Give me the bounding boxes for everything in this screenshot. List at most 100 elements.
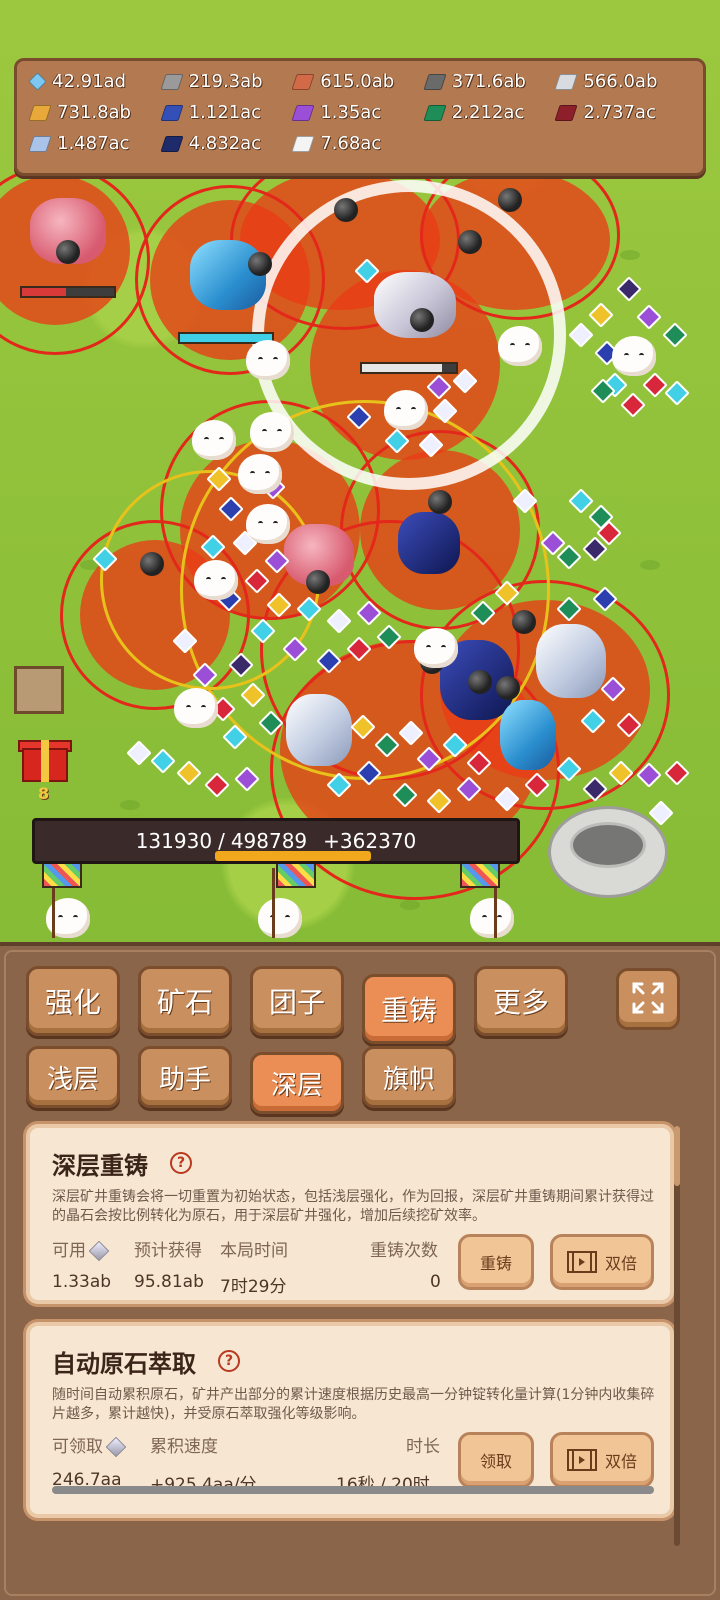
help-icon[interactable]: ? [170, 1152, 192, 1174]
resource-item: 2.737ac [554, 102, 689, 123]
slime-miner[interactable] [192, 420, 236, 460]
subtab-deep[interactable]: 深层 [250, 1052, 344, 1114]
slime-miner[interactable] [250, 412, 294, 452]
ore-shard[interactable] [150, 748, 176, 774]
amethyst-ingot-icon [291, 104, 315, 121]
slime-miner[interactable] [238, 454, 282, 494]
tab-more[interactable]: 更多 [474, 966, 568, 1036]
panel-scrollbar[interactable] [674, 1126, 680, 1546]
scrollbar-thumb[interactable] [674, 1126, 680, 1186]
emerald-ingot-icon [423, 104, 447, 121]
bomb [248, 252, 272, 276]
resource-item: 2.212ac [423, 102, 558, 123]
well-hole [570, 822, 646, 868]
slime-miner[interactable] [174, 688, 218, 728]
crystal-icon [88, 1240, 110, 1262]
available-label-text: 可用 [52, 1241, 86, 1261]
tab-reforge[interactable]: 重铸 [362, 974, 456, 1044]
game-field[interactable]: 42.91ad 219.3ab 615.0ab 371.6ab 566.0ab 731.8… [0, 0, 720, 960]
expected-label: 预计获得 [134, 1241, 202, 1261]
slime-miner[interactable] [384, 390, 428, 430]
progress-total: 498789 [230, 829, 308, 853]
progress-current: 131930 [135, 829, 213, 853]
bomb [56, 240, 80, 264]
video-icon [566, 1251, 597, 1273]
reforge-button[interactable]: 重铸 [458, 1234, 534, 1290]
ore-shard[interactable] [620, 392, 646, 418]
reforge-count-value: 0 [430, 1272, 441, 1292]
silver-ingot-icon [554, 73, 578, 90]
ore-shard[interactable] [204, 772, 230, 798]
subtab-shallow[interactable]: 浅层 [26, 1046, 120, 1108]
resource-amount: 1.35ac [320, 102, 382, 123]
bomb [410, 308, 434, 332]
sapphire-ore-rock[interactable] [398, 512, 460, 574]
ore-shard[interactable] [126, 740, 152, 766]
slime-miner[interactable] [258, 898, 302, 938]
copper-ingot-icon [291, 73, 315, 90]
slime-miner[interactable] [246, 504, 290, 544]
time-value: 7时29分 [220, 1277, 287, 1297]
rainbow-flag[interactable] [460, 862, 500, 888]
resource-item: 1.121ac [159, 102, 295, 123]
stone-well[interactable] [548, 806, 668, 898]
navy-ingot-icon [159, 135, 184, 152]
tab-slime[interactable]: 团子 [250, 966, 344, 1036]
help-icon[interactable]: ? [218, 1350, 240, 1372]
ore-hp-bar [360, 362, 458, 374]
rainbow-flag[interactable] [42, 862, 82, 888]
resource-item: 731.8ab [28, 102, 163, 123]
bomb [428, 490, 452, 514]
sapphire-ore-rock[interactable] [500, 700, 556, 770]
resource-amount: 566.0ab [583, 71, 658, 92]
slime-miner[interactable] [498, 326, 542, 366]
ore-hp-bar [20, 286, 116, 298]
diamond-ore-rock[interactable] [536, 624, 606, 698]
rainbow-flag[interactable] [276, 862, 316, 888]
ore-shard[interactable] [234, 766, 260, 792]
auto-extract-card: 自动原石萃取 ? 随时间自动累积原石，矿井产出部分的累计速度根据历史最高一分钟锭… [26, 1322, 674, 1518]
ore-shard[interactable] [662, 322, 688, 348]
ore-shard[interactable] [616, 276, 642, 302]
ore-shard[interactable] [568, 322, 594, 348]
time-label: 本局时间 [220, 1241, 288, 1261]
slime-miner[interactable] [414, 628, 458, 668]
ore-shard[interactable] [568, 488, 594, 514]
double-button-label: 双倍 [604, 1452, 637, 1471]
diamond-ore-rock[interactable] [286, 694, 352, 766]
reforge-button-label: 重铸 [479, 1254, 512, 1273]
resource-item: 219.3ab [159, 71, 295, 92]
resource-item: 4.832ac [159, 133, 295, 154]
resource-bar: 42.91ad 219.3ab 615.0ab 371.6ab 566.0ab 731.8… [14, 58, 706, 176]
white-ingot-icon [291, 135, 315, 152]
gift-box-button[interactable]: 8 [18, 732, 72, 803]
bomb [512, 610, 536, 634]
resource-amount: 2.212ac [451, 102, 525, 123]
subtab-helper[interactable]: 助手 [138, 1046, 232, 1108]
double-reward-button[interactable]: 双倍 [550, 1432, 654, 1488]
slime-miner[interactable] [612, 336, 656, 376]
fullscreen-button[interactable] [616, 968, 680, 1030]
subtab-flags[interactable]: 旗帜 [362, 1046, 456, 1108]
ore-shard[interactable] [664, 380, 690, 406]
resource-amount: 1.487ac [57, 133, 130, 154]
ore-shard[interactable] [636, 304, 662, 330]
slime-miner[interactable] [194, 560, 238, 600]
ore-shard[interactable] [642, 372, 668, 398]
tab-ore[interactable]: 矿石 [138, 966, 232, 1036]
resource-item: 615.0ab [291, 71, 426, 92]
ore-shard[interactable] [588, 302, 614, 328]
double-reward-button[interactable]: 双倍 [550, 1234, 654, 1290]
slime-miner[interactable] [470, 898, 514, 938]
slime-miner[interactable] [246, 340, 290, 380]
ore-shard[interactable] [176, 760, 202, 786]
claim-button-label: 领取 [479, 1452, 512, 1471]
bomb [306, 570, 330, 594]
ore-shard[interactable] [664, 760, 690, 786]
resource-grid: 42.91ad 219.3ab 615.0ab 371.6ab 566.0ab 731.8… [28, 71, 689, 154]
chandelier-buff-icon[interactable] [14, 666, 64, 714]
claim-button[interactable]: 领取 [458, 1432, 534, 1488]
rate-label: 累积速度 [150, 1437, 218, 1457]
reforge-count-label: 重铸次数 [370, 1241, 438, 1261]
tab-enhance[interactable]: 强化 [26, 966, 120, 1036]
